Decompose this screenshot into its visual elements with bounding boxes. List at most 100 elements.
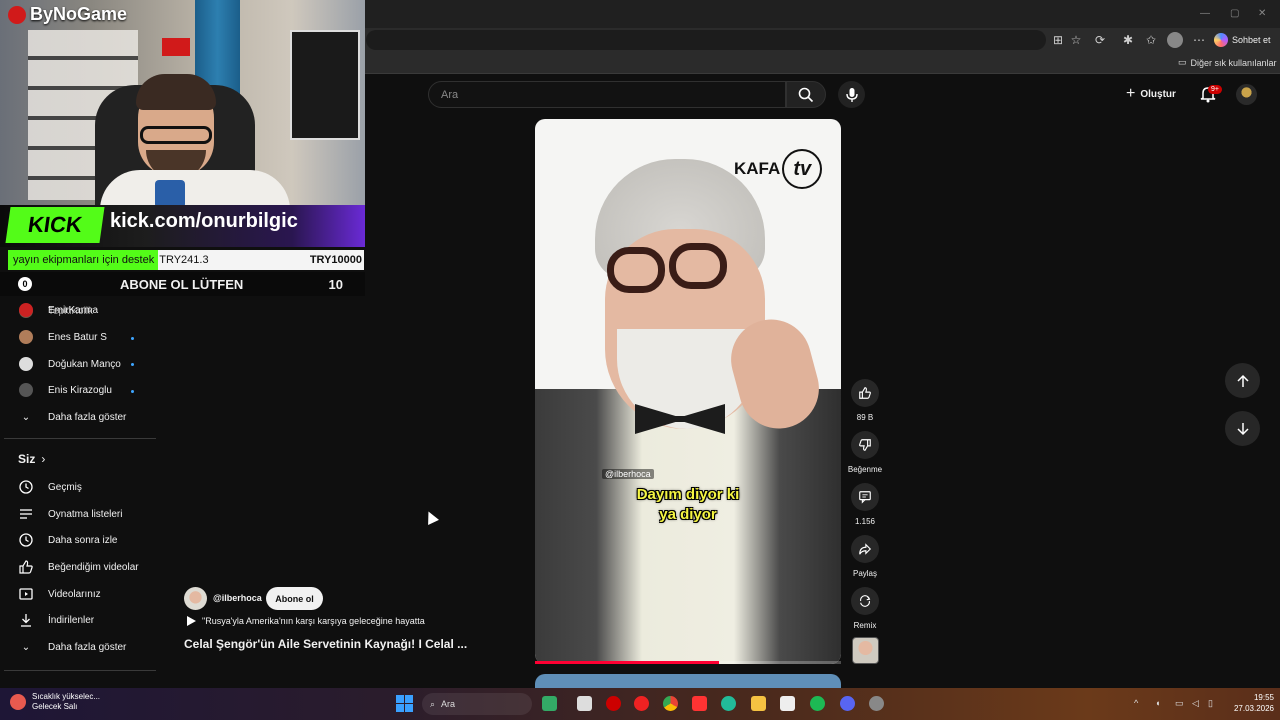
taskbar-search-label: Ara xyxy=(441,699,456,709)
weather-widget[interactable]: Sıcaklık yükselec... Gelecek Salı xyxy=(10,692,100,712)
sound-thumbnail[interactable] xyxy=(852,637,879,664)
account-avatar[interactable] xyxy=(1236,84,1257,105)
sidebar-item-your-videos[interactable]: Videolarınız xyxy=(18,582,101,606)
favorites-icon[interactable]: ✩ xyxy=(1143,32,1159,48)
maximize-button[interactable]: ▢ xyxy=(1230,8,1239,19)
sidebar-channel[interactable]: Enis Kirazoglu xyxy=(18,378,112,402)
taskbar-clock[interactable]: 19:55 27.03.2026 xyxy=(1222,692,1274,714)
search-button[interactable] xyxy=(786,81,826,108)
chrome-icon[interactable] xyxy=(663,696,678,711)
close-window-button[interactable]: ✕ xyxy=(1258,8,1266,19)
chevron-right-icon: › xyxy=(41,452,46,466)
sidebar-channel[interactable]: Enes Batur S xyxy=(18,325,107,349)
divider xyxy=(4,670,156,671)
refresh-icon[interactable]: ⟳ xyxy=(1092,32,1108,48)
video-progress-bar[interactable] xyxy=(535,661,841,664)
kafa-logo-text: KAFA xyxy=(734,159,781,178)
next-short-button[interactable] xyxy=(1225,411,1260,446)
create-button[interactable]: + Oluştur xyxy=(1126,84,1176,104)
folder-icon: ▭ xyxy=(1178,57,1187,67)
watch-later-icon xyxy=(19,533,33,547)
more-icon[interactable]: ⋯ xyxy=(1191,32,1207,48)
profile-icon[interactable] xyxy=(1167,32,1183,48)
share-icon xyxy=(859,543,872,555)
caption-line-2: ya diyor xyxy=(659,506,717,523)
sidebar-item-playlists[interactable]: Oynatma listeleri xyxy=(18,502,122,526)
you-section-header[interactable]: Siz › xyxy=(18,452,45,466)
opera-icon[interactable] xyxy=(606,696,621,711)
other-bookmarks[interactable]: ▭ Diğer sık kullanılanlar xyxy=(1178,57,1277,68)
kick-logo: KICK xyxy=(5,207,105,243)
search-input[interactable]: Ara xyxy=(428,81,786,108)
dislike-button[interactable] xyxy=(851,431,879,459)
yandex-icon[interactable] xyxy=(692,696,707,711)
shorts-video-player[interactable]: KAFA tv @ilberhoca Dayım diyor ki ya diy… xyxy=(535,119,841,664)
star-icon[interactable]: ☆ xyxy=(1068,32,1084,48)
download-icon xyxy=(21,614,31,627)
comment-count: 1.156 xyxy=(854,517,876,526)
sidebar-item-watch-later[interactable]: Daha sonra izle xyxy=(18,528,117,552)
taskbar-search[interactable]: ⌕ Ara xyxy=(422,693,532,715)
sidebar-item-label: Daha sonra izle xyxy=(48,534,118,546)
volume-icon[interactable]: ◁ xyxy=(1192,698,1199,709)
your-videos-icon xyxy=(19,588,33,600)
channel-avatar[interactable] xyxy=(184,587,207,610)
notification-badge: 9+ xyxy=(1208,85,1222,94)
start-button[interactable] xyxy=(396,695,413,712)
app-icon[interactable] xyxy=(542,696,557,711)
spotify-icon[interactable] xyxy=(810,696,825,711)
music-info[interactable]: "Rusya'yla Amerika'nın karşı karşıya gel… xyxy=(186,616,425,626)
previous-short-button[interactable] xyxy=(1225,363,1260,398)
arrow-up-icon xyxy=(1236,374,1249,387)
sidebar-item-label: Beğendiğim videolar xyxy=(48,561,139,573)
subscribe-button[interactable]: Abone ol xyxy=(266,587,323,610)
webcam-overlay xyxy=(0,0,365,205)
mouse-cursor xyxy=(423,509,439,525)
channel-avatar xyxy=(19,330,33,344)
plus-icon: + xyxy=(1126,85,1136,102)
obs-icon[interactable] xyxy=(869,696,884,711)
video-progress-fill xyxy=(535,661,719,664)
task-view-icon[interactable] xyxy=(577,696,592,711)
remix-button[interactable] xyxy=(851,587,879,615)
next-short-preview[interactable] xyxy=(535,674,841,688)
share-button[interactable] xyxy=(851,535,879,563)
comments-button[interactable] xyxy=(851,483,879,511)
like-button[interactable] xyxy=(851,379,879,407)
voice-search-button[interactable] xyxy=(838,81,865,108)
sidebar-item-liked[interactable]: Beğendiğim videolar xyxy=(18,555,139,579)
tray-chevron-icon[interactable]: ^ xyxy=(1134,698,1138,708)
show-more-channels[interactable]: ⌄ Daha fazla göster xyxy=(18,405,127,429)
thumbs-down-icon xyxy=(859,439,871,451)
clock-date: 27.03.2026 xyxy=(1233,704,1274,713)
edge-icon[interactable] xyxy=(721,696,736,711)
weather-icon xyxy=(10,694,26,710)
show-more-label: Daha fazla göster xyxy=(48,641,127,653)
discord-icon[interactable] xyxy=(840,696,855,711)
store-icon[interactable] xyxy=(780,696,795,711)
subscribe-goal-bar: 0 ABONE OL LÜTFEN 10 xyxy=(0,272,365,296)
live-indicator xyxy=(131,390,134,393)
sidebar-item-history[interactable]: Geçmiş xyxy=(18,475,82,499)
network-icon[interactable]: ▭ xyxy=(1175,698,1184,709)
minimize-button[interactable]: — xyxy=(1200,8,1210,19)
extensions-icon[interactable]: ✱ xyxy=(1120,32,1136,48)
song-text: "Rusya'yla Amerika'nın karşı karşıya gel… xyxy=(202,616,425,626)
copilot-chat-button[interactable]: Sohbet et xyxy=(1214,31,1271,49)
apps-icon[interactable]: ⊞ xyxy=(1050,32,1066,48)
sidebar-channel[interactable]: Doğukan Manço xyxy=(18,352,121,376)
weather-line-2: Gelecek Salı xyxy=(32,702,78,711)
poster xyxy=(290,30,360,140)
sidebar-channel[interactable]: EmirKarma xyxy=(18,298,98,322)
mic-icon xyxy=(845,87,858,102)
sidebar-item-downloads[interactable]: İndirilenler xyxy=(18,608,94,632)
file-explorer-icon[interactable] xyxy=(751,696,766,711)
video-title[interactable]: Celal Şengör'ün Aile Servetinin Kaynağı!… xyxy=(184,637,467,651)
kafa-tv-logo: KAFA tv xyxy=(734,149,823,189)
battery-icon[interactable]: ▯ xyxy=(1208,698,1213,709)
show-more-you[interactable]: ⌄ Daha fazla göster xyxy=(18,635,127,659)
url-field[interactable] xyxy=(366,30,1046,50)
channel-handle[interactable]: @ilberhoca xyxy=(213,593,262,603)
opera-gx-icon[interactable] xyxy=(634,696,649,711)
mic-tray-icon[interactable]: ◖ xyxy=(1155,698,1160,708)
